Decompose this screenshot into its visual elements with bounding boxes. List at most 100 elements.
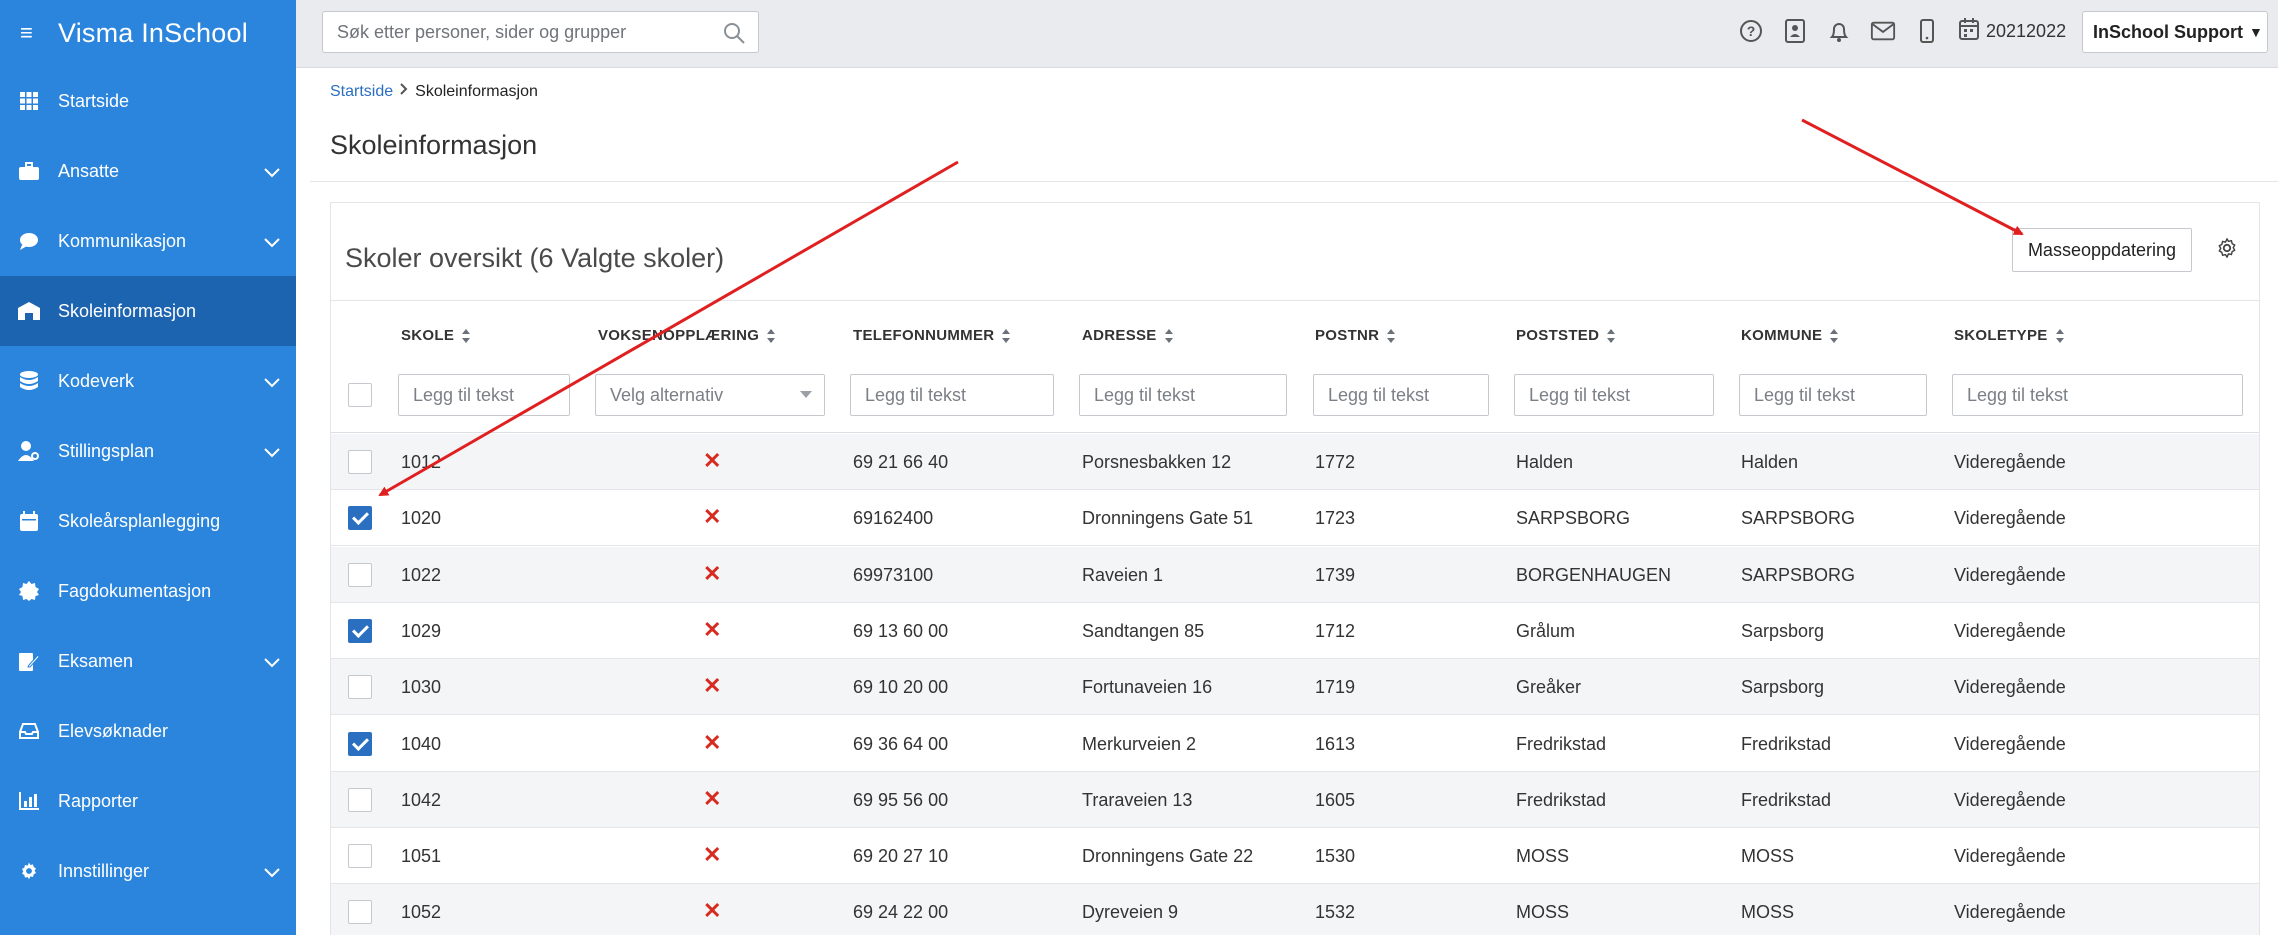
user-menu-button[interactable]: InSchool Support ▼ [2082,11,2268,53]
breadcrumb-home[interactable]: Startside [330,83,393,101]
sidebar: ≡ Visma InSchool Startside Ansatte Kommuni… [0,0,296,935]
column-header-adresse[interactable]: ADRESSE [1082,327,1174,344]
filter-poststed-input[interactable]: Legg til tekst [1514,374,1714,416]
sidebar-item-elevs-knader[interactable]: Elevsøknader [0,696,296,766]
cell-skole: 1029 [401,620,442,641]
cross-icon: ✕ [703,504,722,530]
sidebar-item-stillingsplan[interactable]: Stillingsplan [0,416,296,486]
column-header-kommune[interactable]: KOMMUNE [1741,327,1839,344]
divider [310,181,2278,182]
select-all-checkbox[interactable] [348,383,372,407]
cell-adresse: Raveien 1 [1082,564,1164,585]
row-checkbox[interactable] [348,787,372,812]
mail-icon[interactable] [1870,16,1896,46]
row-checkbox[interactable] [348,900,372,925]
sidebar-item-label: Skoleinformasjon [58,300,197,321]
table-row[interactable]: 1022 ✕ 69973100 Raveien 1 1739 BORGENHAUGEN SA… [331,546,2259,603]
table-row[interactable]: 1042 ✕ 69 95 56 00 Traraveien 13 1605 Fredrik… [331,771,2259,828]
cell-kommune: SARPSBORG [1741,508,1856,529]
row-checkbox[interactable] [348,618,372,643]
inbox-icon [18,720,40,742]
sidebar-item-kodeverk[interactable]: Kodeverk [0,346,296,416]
table-row[interactable]: 1040 ✕ 69 36 64 00 Merkurveien 2 1613 Fredrik… [331,716,2259,772]
cell-skoletype: Videregående [1954,789,2066,810]
grid-icon [18,90,40,112]
row-checkbox[interactable] [348,731,372,756]
cell-skoletype: Videregående [1954,902,2066,923]
cell-telefon: 69162400 [853,508,934,529]
filter-adresse-input[interactable]: Legg til tekst [1079,374,1287,416]
cell-skoletype: Videregående [1954,846,2066,867]
cross-icon: ✕ [703,785,722,811]
card-title: Skoler oversikt (6 Valgte skoler) [345,243,725,273]
column-header-poststed[interactable]: POSTSTED [1516,327,1616,344]
table-row[interactable]: 1020 ✕ 69162400 Dronningens Gate 51 1723 SARP… [331,490,2259,547]
table-row[interactable]: 1029 ✕ 69 13 60 00 Sandtangen 85 1712 Grålum S… [331,603,2259,659]
cross-icon: ✕ [703,616,722,642]
table-row[interactable]: 1030 ✕ 69 10 20 00 Fortunaveien 16 1719 Greåk… [331,659,2259,716]
sort-icon [1607,328,1616,343]
cell-skoletype: Videregående [1954,733,2066,754]
search-icon[interactable] [722,21,746,50]
column-header-voksenopplaering[interactable]: VOKSENOPPLÆRING [598,327,776,344]
column-header-skoletype[interactable]: SKOLETYPE [1954,327,2065,344]
filter-postnr-input[interactable]: Legg til tekst [1313,374,1489,416]
table-row[interactable]: 1012 ✕ 69 21 66 40 Porsnesbakken 12 1772 Hald… [331,434,2259,490]
cell-postnr: 1739 [1315,564,1356,585]
school-year-selector[interactable]: 20212022 [1958,17,2066,46]
cell-postnr: 1712 [1315,620,1356,641]
contact-card-icon[interactable] [1782,16,1808,46]
row-checkbox[interactable] [348,506,372,531]
cell-poststed: Halden [1516,452,1574,472]
sidebar-item-ansatte[interactable]: Ansatte [0,136,296,206]
row-checkbox[interactable] [348,562,372,587]
hamburger-icon[interactable]: ≡ [20,20,58,46]
bell-icon[interactable] [1826,16,1852,46]
sidebar-item-kommunikasjon[interactable]: Kommunikasjon [0,206,296,276]
sort-icon [2055,328,2065,343]
help-icon[interactable]: ? [1738,16,1764,46]
cell-poststed: Grålum [1516,620,1576,641]
column-header-skole[interactable]: SKOLE [401,327,471,344]
filter-skole-input[interactable]: Legg til tekst [398,374,570,416]
chevron-down-icon [264,372,280,393]
sidebar-item-skole-rsplanlegging[interactable]: Skoleårsplanlegging [0,486,296,556]
sidebar-item-skoleinformasjon[interactable]: Skoleinformasjon [0,276,296,346]
cell-telefon: 69 36 64 00 [853,733,949,754]
sidebar-item-label: Stillingsplan [58,440,155,461]
row-checkbox[interactable] [348,450,372,474]
sidebar-item-fagdokumentasjon[interactable]: Fagdokumentasjon [0,556,296,626]
search-input[interactable]: Søk etter personer, sider og grupper [322,11,759,53]
row-checkbox[interactable] [348,844,372,869]
gear-icon[interactable] [2216,237,2238,264]
table-row[interactable]: 1051 ✕ 69 20 27 10 Dronningens Gate 22 1530 M… [331,828,2259,885]
row-checkbox[interactable] [348,675,372,700]
cell-kommune: Sarpsborg [1741,620,1825,641]
cell-kommune: Sarpsborg [1741,677,1825,698]
column-header-telefonnummer[interactable]: TELEFONNUMMER [853,327,1011,344]
sort-icon [462,328,471,343]
school-year: 20212022 [1986,20,2067,41]
cell-telefon: 69 21 66 40 [853,452,949,472]
cross-icon: ✕ [703,729,722,755]
brand: ≡ Visma InSchool [0,0,296,66]
exam-icon [18,650,40,672]
cell-telefon: 69973100 [853,564,934,585]
table-row[interactable]: 1052 ✕ 69 24 22 00 Dyreveien 9 1532 MOSS MOSS V… [331,884,2259,935]
sidebar-item-startside[interactable]: Startside [0,66,296,136]
mass-update-button[interactable]: Masseoppdatering [2012,228,2192,272]
mobile-icon[interactable] [1914,16,1940,46]
sidebar-item-eksamen[interactable]: Eksamen [0,626,296,696]
column-header-postnr[interactable]: POSTNR [1315,327,1396,344]
sidebar-item-label: Kodeverk [58,370,135,391]
sidebar-item-innstillinger[interactable]: Innstillinger [0,836,296,906]
cell-skole: 1052 [401,902,442,923]
cross-icon: ✕ [703,448,722,473]
filter-skoletype-input[interactable]: Legg til tekst [1952,374,2243,416]
sidebar-item-rapporter[interactable]: Rapporter [0,766,296,836]
filter-voksenopplaering-select[interactable]: Velg alternativ [595,374,825,416]
filter-kommune-input[interactable]: Legg til tekst [1739,374,1927,416]
page-title: Skoleinformasjon [330,130,538,160]
cell-skoletype: Videregående [1954,452,2066,472]
filter-telefonnummer-input[interactable]: Legg til tekst [850,374,1054,416]
